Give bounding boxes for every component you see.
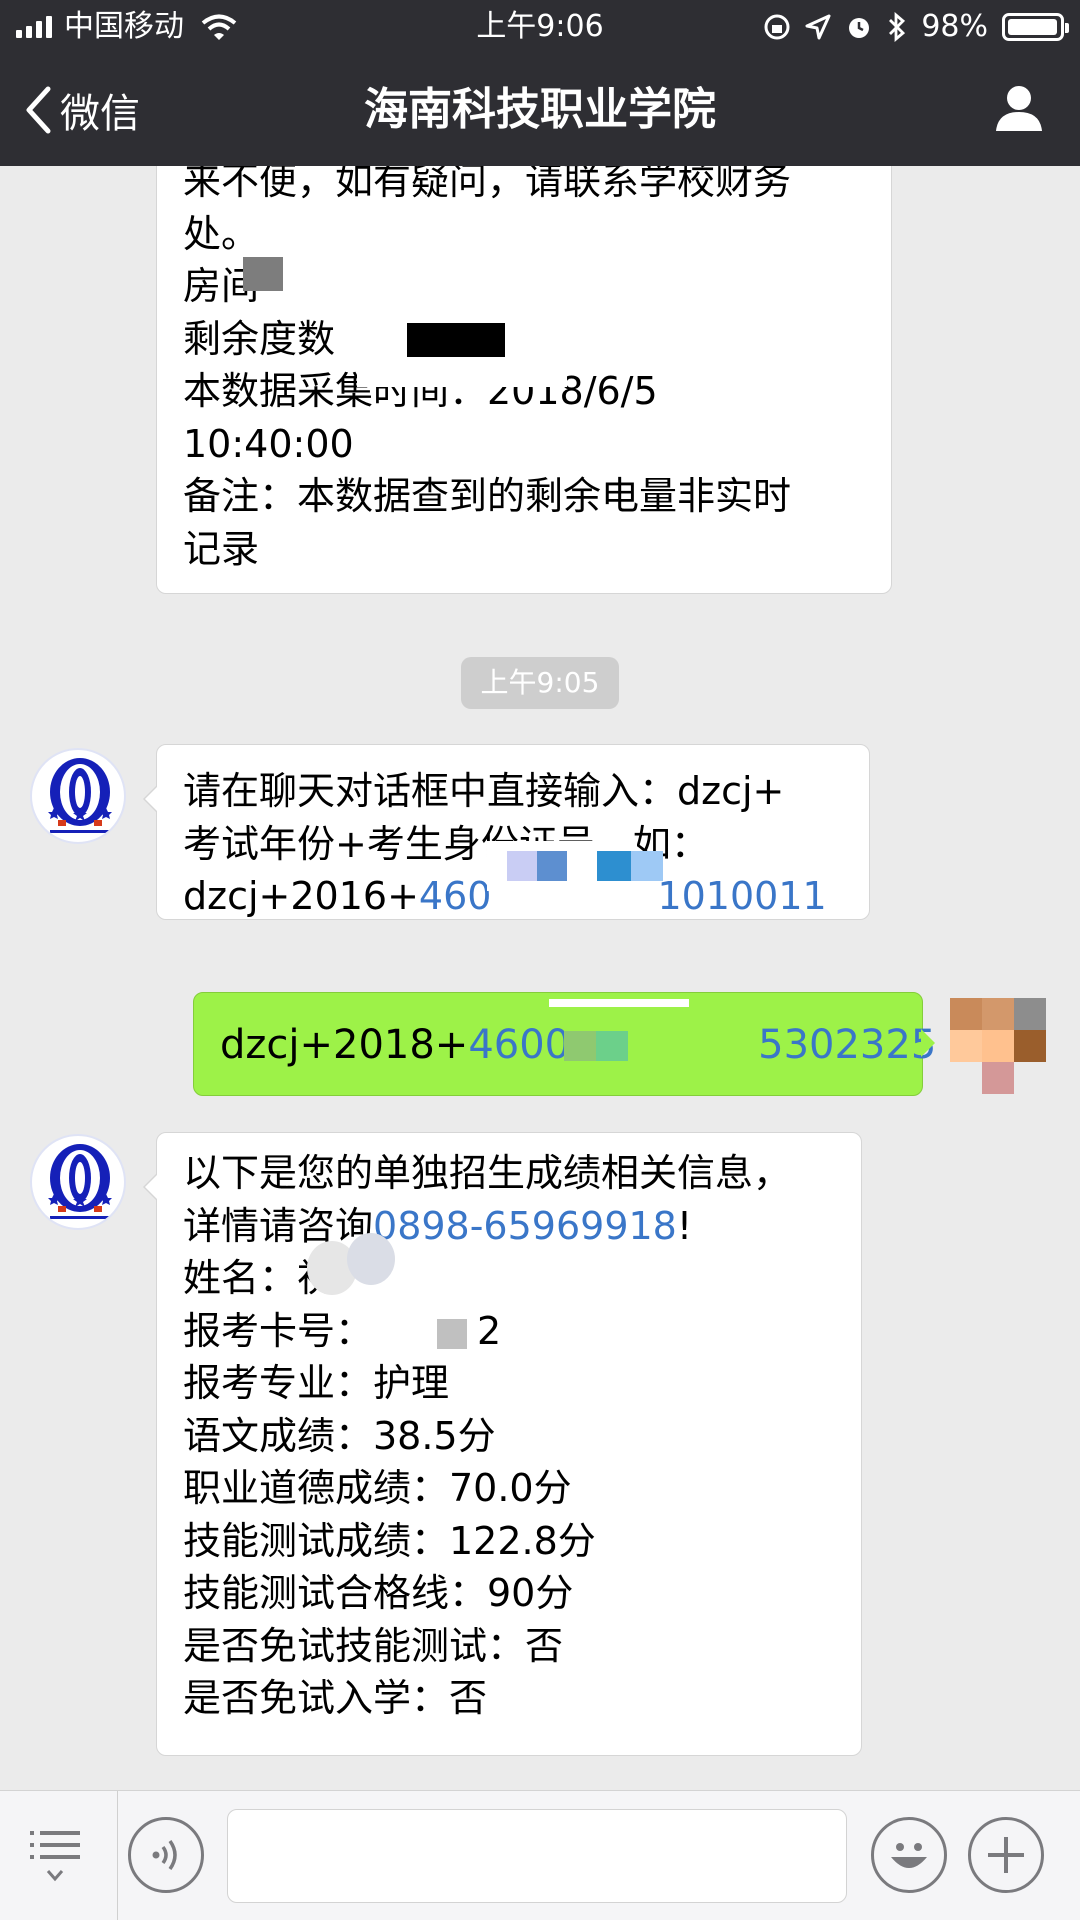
message-bubble-instruction[interactable]: 请在聊天对话框中直接输入：dzcj+ 考试年份+考生身份证号，如： dzcj+2… <box>143 744 870 920</box>
top-bar: 中国移动 上午9:06 98% 微信 海南科技职业学院 <box>0 0 1080 166</box>
user-avatar[interactable] <box>950 998 1046 1094</box>
result-chinese: 语文成绩：38.5分 <box>183 1413 496 1458</box>
battery-fill <box>1008 19 1057 35</box>
list-menu-icon <box>30 1831 80 1882</box>
redaction-block <box>537 851 567 881</box>
location-icon <box>805 14 831 40</box>
message-line: 记录 <box>183 526 260 571</box>
redaction-block <box>596 1031 628 1061</box>
id-number-link[interactable]: 4600 <box>468 1022 570 1068</box>
phone-link[interactable]: 0898-65969918 <box>373 1204 677 1248</box>
chat-timestamp: 上午9:05 <box>461 657 619 709</box>
status-right: 98% <box>763 0 1069 54</box>
result-major: 报考专业：护理 <box>183 1361 450 1405</box>
rotation-lock-icon <box>764 14 790 40</box>
school-logo-icon <box>48 1144 112 1219</box>
redaction-block <box>549 999 689 1007</box>
toolbar-divider <box>117 1791 118 1920</box>
message-line: 10:40:00 <box>183 421 354 466</box>
plus-button[interactable] <box>968 1817 1044 1893</box>
alarm-icon <box>849 18 870 38</box>
message-line: 备注：本数据查到的剩余电量非实时 <box>183 474 792 518</box>
id-number-link[interactable]: 5302325 <box>758 1022 936 1068</box>
message-text: 2 <box>477 1308 502 1353</box>
bluetooth-icon <box>889 12 906 42</box>
message-input[interactable] <box>227 1809 847 1903</box>
school-logo-avatar[interactable] <box>30 748 126 844</box>
redaction-block <box>357 357 567 387</box>
nav-bar: 微信 海南科技职业学院 <box>0 54 1080 166</box>
message-text: dzcj+2016+ <box>183 874 419 918</box>
chat-area[interactable]: 来不便，如有疑问，请联系学校财务 处。 房间 剩余度数 本数据采集时间：2018… <box>0 166 1080 1790</box>
school-logo-icon <box>48 758 112 833</box>
page-title: 海南科技职业学院 <box>364 84 716 135</box>
result-ethics: 职业道德成绩：70.0分 <box>183 1466 572 1510</box>
message-line: 请在聊天对话框中直接输入：dzcj+ <box>183 769 785 813</box>
message-text: ! <box>676 1203 693 1248</box>
result-exempt-admission: 是否免试入学：否 <box>183 1676 488 1720</box>
message-bubble-result[interactable]: 以下是您的单独招生成绩相关信息， 详情请咨询0898-65969918! 姓名：… <box>143 1132 862 1756</box>
voice-icon <box>152 1839 177 1871</box>
result-card-number: 报考卡号： 2 <box>183 1305 835 1358</box>
result-exempt-skill: 是否免试技能测试：否 <box>183 1623 564 1668</box>
battery-percent: 98% <box>921 9 988 44</box>
message-text: 详情请咨询 <box>183 1203 374 1248</box>
message-bubble-balance[interactable]: 来不便，如有疑问，请联系学校财务 处。 房间 剩余度数 本数据采集时间：2018… <box>156 166 892 594</box>
redaction-block <box>564 1031 596 1061</box>
emoji-button[interactable] <box>871 1817 947 1893</box>
status-bar: 中国移动 上午9:06 98% <box>0 0 1080 54</box>
voice-button[interactable] <box>128 1817 204 1893</box>
id-number-link[interactable]: 460 <box>419 874 492 918</box>
redaction-block <box>437 1319 467 1349</box>
result-pass-line: 技能测试合格线：90分 <box>183 1571 574 1615</box>
sent-message-bubble[interactable]: dzcj+2018+4600 5302325 <box>193 992 936 1096</box>
school-logo-avatar[interactable] <box>30 1134 126 1230</box>
id-number-link[interactable]: 1010011 <box>657 874 826 918</box>
message-line: 以下是您的单独招生成绩相关信息， <box>183 1151 792 1195</box>
redaction-block <box>243 257 283 291</box>
redaction-block <box>407 323 505 357</box>
smiley-icon <box>891 1843 927 1868</box>
redaction-block <box>631 851 663 881</box>
plus-icon <box>988 1837 1024 1873</box>
message-line: 来不便，如有疑问，请联系学校财务 <box>183 166 792 203</box>
message-line: 房间 <box>183 264 260 308</box>
message-line: 详情请咨询0898-65969918! <box>183 1200 835 1253</box>
message-text: dzcj+2018+ <box>220 1022 469 1068</box>
result-skill: 技能测试成绩：122.8分 <box>183 1518 596 1563</box>
message-line: 处。 <box>183 211 260 256</box>
person-icon <box>996 86 1042 131</box>
message-text: 报考卡号： <box>183 1308 374 1353</box>
profile-button[interactable] <box>994 84 1044 136</box>
input-toolbar <box>0 1790 1080 1920</box>
menu-button[interactable] <box>28 1827 82 1889</box>
redaction-block <box>347 1233 395 1285</box>
battery-icon <box>1002 13 1069 41</box>
redaction-block <box>597 851 631 881</box>
result-name: 姓名：祝 <box>183 1256 336 1300</box>
